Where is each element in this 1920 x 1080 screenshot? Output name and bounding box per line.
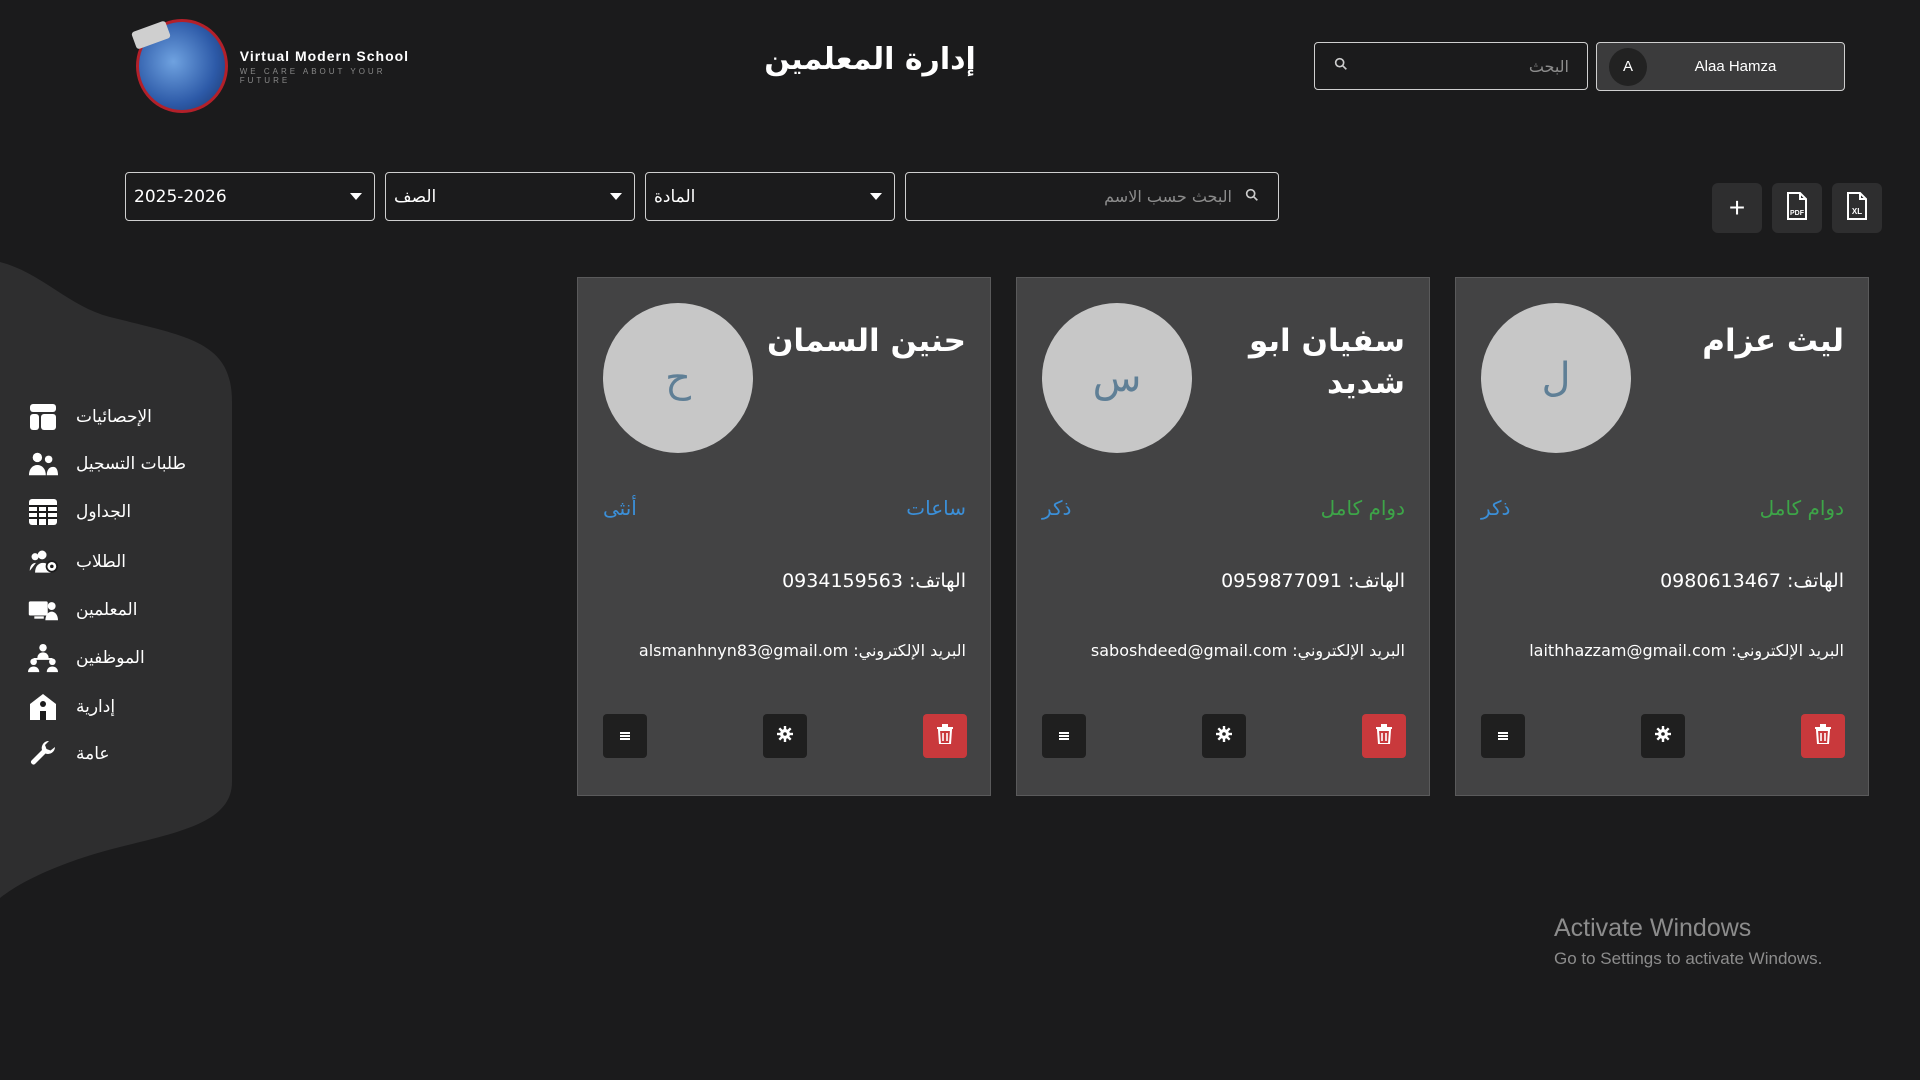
brand-title: Virtual Modern School bbox=[239, 47, 410, 64]
teacher-email: البريد الإلكتروني: alsmanhnyn83@gmail.om bbox=[638, 641, 966, 660]
trash-icon bbox=[1814, 724, 1832, 748]
sidebar-item-registration[interactable]: طلبات التسجيل bbox=[28, 444, 228, 484]
teacher-card: ح حنين السمان ساعات أنثى الهاتف: 0934159… bbox=[577, 277, 991, 796]
teacher-phone: الهاتف: 0959877091 bbox=[1221, 570, 1405, 592]
sidebar-item-students[interactable]: الطلاب bbox=[28, 542, 228, 582]
sidebar-item-employees[interactable]: الموظفين bbox=[28, 638, 228, 678]
school-logo: Virtual Modern School WE CARE ABOUT YOUR… bbox=[136, 16, 436, 116]
chevron-down-icon bbox=[870, 193, 882, 200]
menu-icon bbox=[1496, 727, 1510, 746]
excel-file-icon: XL bbox=[1845, 192, 1869, 224]
work-type: دوام كامل bbox=[1759, 496, 1844, 520]
page-title: إدارة المعلمين bbox=[764, 42, 976, 77]
name-search-input[interactable] bbox=[924, 186, 1234, 207]
user-name: Alaa Hamza bbox=[1694, 58, 1777, 75]
teacher-avatar: ح bbox=[603, 303, 753, 453]
gender: ذكر bbox=[1042, 496, 1072, 520]
teacher-name: سفيان ابو شديد bbox=[1248, 323, 1405, 401]
subject-select-value: المادة bbox=[654, 186, 696, 207]
class-select-value: الصف bbox=[394, 186, 437, 207]
sidebar-item-label: إدارية bbox=[76, 697, 116, 717]
gear-icon bbox=[1655, 726, 1671, 746]
export-excel-button[interactable]: XL bbox=[1832, 183, 1882, 233]
details-button[interactable] bbox=[603, 714, 647, 758]
settings-button[interactable] bbox=[1641, 714, 1685, 758]
search-icon bbox=[1244, 187, 1260, 207]
user-menu[interactable]: A Alaa Hamza bbox=[1596, 42, 1845, 91]
header-search-input[interactable] bbox=[1349, 56, 1587, 76]
pdf-file-icon: PDF bbox=[1785, 192, 1809, 224]
work-type: ساعات bbox=[906, 496, 966, 520]
export-pdf-button[interactable]: PDF bbox=[1772, 183, 1822, 233]
teacher-name: ليث عزام bbox=[1702, 323, 1844, 359]
class-select[interactable]: الصف bbox=[385, 172, 635, 221]
school-icon bbox=[28, 692, 58, 722]
sidebar-item-label: الموظفين bbox=[76, 648, 145, 668]
teacher-name: حنين السمان bbox=[766, 323, 966, 359]
chevron-down-icon bbox=[350, 193, 362, 200]
windows-activation-watermark: Activate Windows Go to Settings to activ… bbox=[1554, 914, 1822, 969]
table-icon bbox=[28, 497, 58, 527]
teacher-phone: الهاتف: 0980613467 bbox=[1660, 570, 1844, 592]
teacher-email: البريد الإلكتروني: laithhazzam@gmail.com bbox=[1529, 641, 1844, 660]
avatar: A bbox=[1609, 47, 1647, 86]
sidebar-item-label: طلبات التسجيل bbox=[76, 454, 187, 474]
year-select[interactable]: 2025-2026 bbox=[125, 172, 375, 221]
gear-icon bbox=[777, 726, 793, 746]
sidebar-item-administrative[interactable]: إدارية bbox=[28, 687, 228, 727]
details-button[interactable] bbox=[1042, 714, 1086, 758]
svg-text:PDF: PDF bbox=[1790, 210, 1805, 217]
settings-button[interactable] bbox=[1202, 714, 1246, 758]
teacher-phone: الهاتف: 0934159563 bbox=[782, 570, 966, 592]
add-teacher-button[interactable]: + bbox=[1712, 183, 1762, 233]
sidebar-item-statistics[interactable]: الإحصائيات bbox=[28, 397, 228, 437]
watermark-subtitle: Go to Settings to activate Windows. bbox=[1554, 949, 1823, 968]
gender: أنثى bbox=[603, 496, 637, 520]
logo-text: Virtual Modern School WE CARE ABOUT YOUR… bbox=[240, 48, 436, 85]
subject-select[interactable]: المادة bbox=[645, 172, 895, 221]
sidebar-item-general[interactable]: عامة bbox=[28, 734, 228, 774]
teacher-card: ل ليث عزام دوام كامل ذكر الهاتف: 0980613… bbox=[1455, 277, 1869, 796]
sidebar-item-label: الجداول bbox=[76, 502, 132, 522]
sidebar-item-tables[interactable]: الجداول bbox=[28, 492, 228, 532]
gender: ذكر bbox=[1481, 496, 1511, 520]
teacher-avatar: س bbox=[1042, 303, 1192, 453]
chevron-down-icon bbox=[610, 193, 622, 200]
employees-icon bbox=[28, 643, 58, 673]
trash-icon bbox=[936, 724, 954, 748]
wrench-icon bbox=[28, 739, 58, 769]
settings-button[interactable] bbox=[763, 714, 807, 758]
sidebar-item-label: الإحصائيات bbox=[76, 407, 152, 427]
teacher-avatar: ل bbox=[1481, 303, 1631, 453]
year-select-value: 2025-2026 bbox=[134, 186, 227, 207]
sidebar-item-label: عامة bbox=[76, 744, 110, 764]
plus-icon: + bbox=[1728, 192, 1746, 223]
search-icon bbox=[1333, 56, 1349, 76]
svg-text:XL: XL bbox=[1852, 207, 1862, 216]
delete-button[interactable] bbox=[1362, 714, 1406, 758]
teachers-icon bbox=[28, 595, 58, 625]
header-search[interactable] bbox=[1314, 42, 1588, 90]
brand-tagline: WE CARE ABOUT YOUR FUTURE bbox=[239, 66, 386, 85]
registration-icon bbox=[28, 449, 58, 479]
watermark-title: Activate Windows bbox=[1554, 914, 1752, 942]
sidebar-item-teachers[interactable]: المعلمين bbox=[28, 590, 228, 630]
gear-icon bbox=[1216, 726, 1232, 746]
delete-button[interactable] bbox=[1801, 714, 1845, 758]
delete-button[interactable] bbox=[923, 714, 967, 758]
work-type: دوام كامل bbox=[1320, 496, 1405, 520]
menu-icon bbox=[1057, 727, 1071, 746]
trash-icon bbox=[1375, 724, 1393, 748]
teacher-email: البريد الإلكتروني: saboshdeed@gmail.com bbox=[1090, 641, 1405, 660]
teacher-card: س سفيان ابو شديد دوام كامل ذكر الهاتف: 0… bbox=[1016, 277, 1430, 796]
students-icon bbox=[28, 547, 58, 577]
sidebar-item-label: المعلمين bbox=[76, 600, 138, 620]
dashboard-icon bbox=[28, 402, 58, 432]
name-search[interactable] bbox=[905, 172, 1279, 221]
details-button[interactable] bbox=[1481, 714, 1525, 758]
globe-logo-icon bbox=[136, 19, 228, 113]
menu-icon bbox=[618, 727, 632, 746]
sidebar-item-label: الطلاب bbox=[76, 552, 126, 572]
